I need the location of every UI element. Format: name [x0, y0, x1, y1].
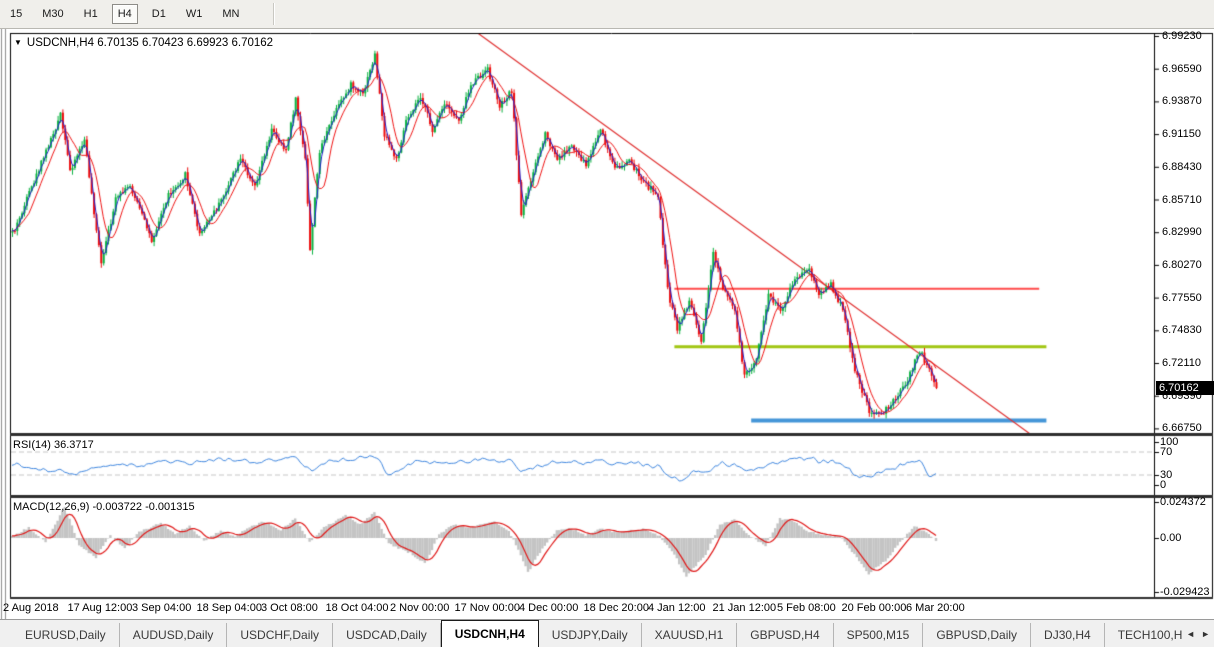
tab-scroll-buttons: ◄ ► — [1182, 620, 1214, 647]
tab-audusd-daily[interactable]: AUDUSD,Daily — [120, 623, 228, 647]
tab-scroll-right-icon[interactable]: ► — [1201, 629, 1210, 639]
tab-scroll-left-icon[interactable]: ◄ — [1186, 629, 1195, 639]
tab-usdcnh-h4[interactable]: USDCNH,H4 — [440, 620, 539, 647]
chart-tabs: EURUSD,Daily AUDUSD,Daily USDCHF,Daily USDC… — [0, 620, 1182, 647]
timeframe-toolbar: 15 M30 H1 H4 D1 W1 MN — [0, 0, 1214, 29]
timeframe-button-15[interactable]: 15 — [4, 4, 28, 24]
tab-eurusd-daily[interactable]: EURUSD,Daily — [12, 623, 120, 647]
chart-canvas[interactable] — [0, 0, 1214, 647]
timeframe-button-mn[interactable]: MN — [216, 4, 245, 24]
timeframe-button-d1[interactable]: D1 — [146, 4, 172, 24]
tab-tech100-h1[interactable]: TECH100,H1 — [1105, 623, 1182, 647]
tab-usdchf-daily[interactable]: USDCHF,Daily — [227, 623, 334, 647]
timeframe-button-h1[interactable]: H1 — [78, 4, 104, 24]
tab-usdcad-daily[interactable]: USDCAD,Daily — [333, 623, 441, 647]
tab-usdjpy-daily[interactable]: USDJPY,Daily — [539, 623, 642, 647]
tab-gbpusd-daily[interactable]: GBPUSD,Daily — [923, 623, 1032, 647]
tab-sp500-m15[interactable]: SP500,M15 — [834, 623, 924, 647]
tab-xauusd-h1[interactable]: XAUUSD,H1 — [642, 623, 738, 647]
timeframe-buttons: 15 M30 H1 H4 D1 W1 MN — [0, 4, 249, 24]
timeframe-button-h4[interactable]: H4 — [111, 4, 138, 24]
chart-tab-bar: EURUSD,Daily AUDUSD,Daily USDCHF,Daily USDC… — [0, 619, 1214, 647]
tab-dj30-h4[interactable]: DJ30,H4 — [1031, 623, 1105, 647]
toolbar-separator — [273, 3, 276, 25]
timeframe-button-w1[interactable]: W1 — [180, 4, 209, 24]
tab-gbpusd-h4[interactable]: GBPUSD,H4 — [737, 623, 834, 647]
timeframe-button-m30[interactable]: M30 — [36, 4, 69, 24]
